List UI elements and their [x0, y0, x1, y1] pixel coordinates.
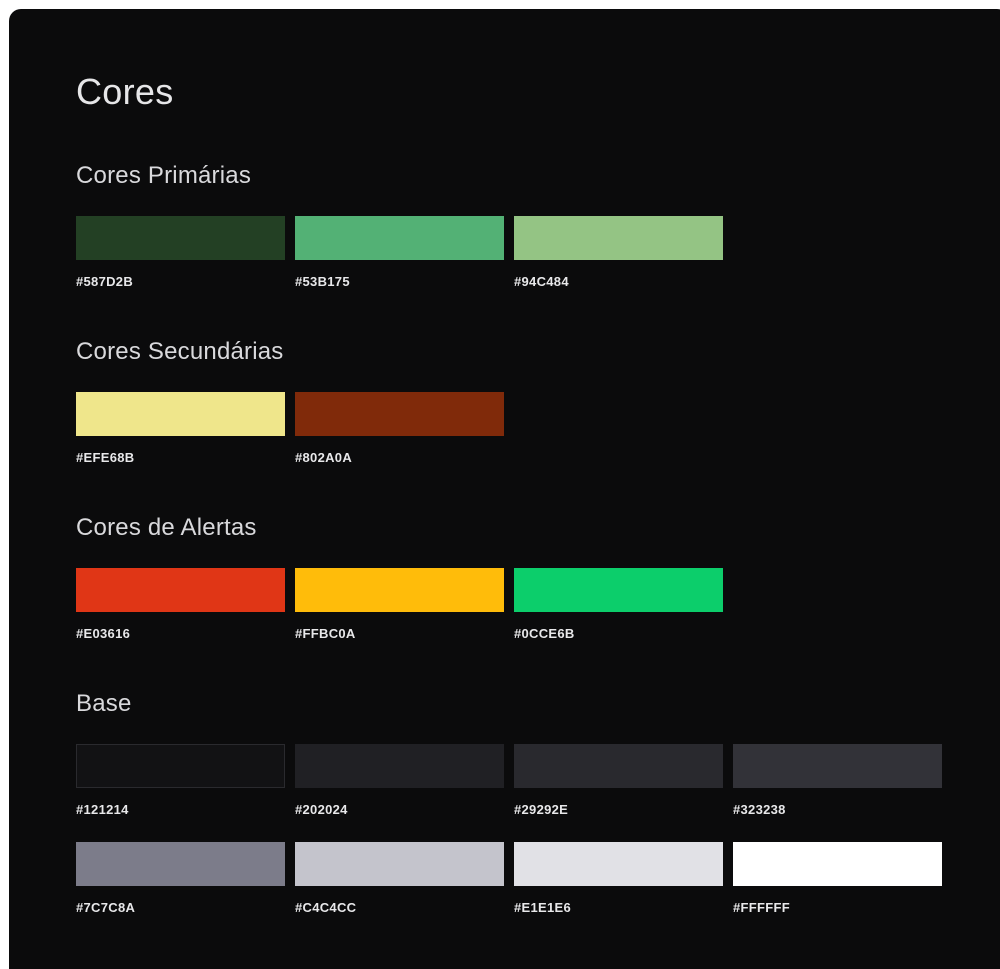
color-sample	[76, 842, 285, 886]
color-sample	[514, 744, 723, 788]
section-title-alerts: Cores de Alertas	[76, 514, 257, 541]
color-sample	[514, 568, 723, 612]
page-title: Cores	[76, 71, 174, 112]
swatch-primary-3[interactable]: #94C484	[514, 216, 723, 289]
color-sample	[733, 744, 942, 788]
color-sample	[295, 568, 504, 612]
color-code: #121214	[76, 802, 129, 817]
color-code: #94C484	[514, 274, 569, 289]
swatch-alert-2[interactable]: #FFBC0A	[295, 568, 504, 641]
color-code: #29292E	[514, 802, 569, 817]
color-sample	[514, 216, 723, 260]
swatch-secondary-2[interactable]: #802A0A	[295, 392, 504, 465]
swatch-base-2[interactable]: #202024	[295, 744, 504, 817]
color-code: #323238	[733, 802, 786, 817]
swatch-secondary-1[interactable]: #EFE68B	[76, 392, 285, 465]
swatch-base-7[interactable]: #E1E1E6	[514, 842, 723, 915]
swatch-row-alerts: #E03616 #FFBC0A #0CCE6B	[76, 568, 723, 641]
swatch-row-secondary: #EFE68B #802A0A	[76, 392, 504, 465]
swatch-base-1[interactable]: #121214	[76, 744, 285, 817]
color-code: #FFBC0A	[295, 626, 356, 641]
color-code: #E03616	[76, 626, 131, 641]
swatch-primary-1[interactable]: #587D2B	[76, 216, 285, 289]
swatch-primary-2[interactable]: #53B175	[295, 216, 504, 289]
color-code: #0CCE6B	[514, 626, 575, 641]
color-palette-panel: Cores Cores Primárias #587D2B #53B175 #9…	[9, 9, 1000, 969]
swatch-alert-1[interactable]: #E03616	[76, 568, 285, 641]
color-sample	[76, 744, 285, 788]
color-code: #EFE68B	[76, 450, 135, 465]
color-code: #7C7C8A	[76, 900, 136, 915]
color-code: #53B175	[295, 274, 350, 289]
color-sample	[295, 216, 504, 260]
section-title-primary: Cores Primárias	[76, 162, 252, 189]
swatch-row-base-1: #121214 #202024 #29292E #323238	[76, 744, 942, 817]
color-sample	[295, 392, 504, 436]
color-code: #C4C4CC	[295, 900, 357, 915]
swatch-base-6[interactable]: #C4C4CC	[295, 842, 504, 915]
section-title-base: Base	[76, 690, 132, 717]
color-sample	[295, 842, 504, 886]
swatch-base-4[interactable]: #323238	[733, 744, 942, 817]
swatch-base-8[interactable]: #FFFFFF	[733, 842, 942, 915]
color-code: #587D2B	[76, 274, 134, 289]
color-sample	[733, 842, 942, 886]
color-sample	[76, 392, 285, 436]
color-code: #202024	[295, 802, 348, 817]
swatch-base-3[interactable]: #29292E	[514, 744, 723, 817]
swatch-row-base-2: #7C7C8A #C4C4CC #E1E1E6 #FFFFFF	[76, 842, 942, 915]
color-code: #FFFFFF	[733, 900, 790, 915]
color-code: #E1E1E6	[514, 900, 572, 915]
section-title-secondary: Cores Secundárias	[76, 338, 284, 365]
swatch-alert-3[interactable]: #0CCE6B	[514, 568, 723, 641]
color-code: #802A0A	[295, 450, 353, 465]
color-sample	[295, 744, 504, 788]
swatch-row-primary: #587D2B #53B175 #94C484	[76, 216, 723, 289]
color-sample	[514, 842, 723, 886]
color-sample	[76, 216, 285, 260]
swatch-base-5[interactable]: #7C7C8A	[76, 842, 285, 915]
color-sample	[76, 568, 285, 612]
